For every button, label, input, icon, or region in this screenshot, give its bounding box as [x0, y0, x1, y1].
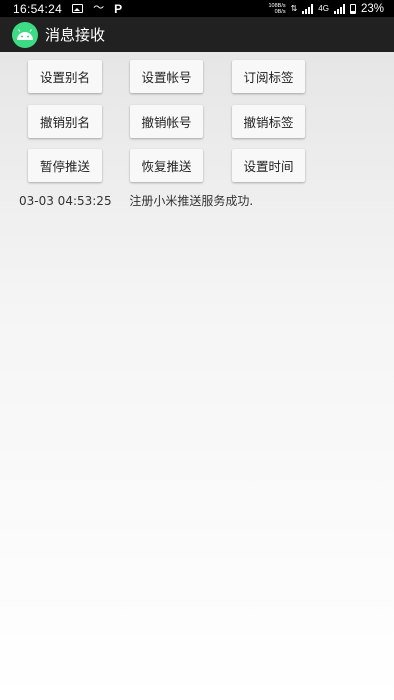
net-speed: 108B/s 0B/s — [268, 3, 285, 15]
signal-icon-2 — [333, 3, 345, 14]
main-content: 设置别名 设置帐号 订阅标签 撤销别名 撤销帐号 撤销标签 暂停推送 恢复推送 … — [0, 52, 394, 700]
log-message: 注册小米推送服务成功. — [129, 194, 254, 208]
set-account-button[interactable]: 设置帐号 — [130, 60, 203, 93]
net-speed-down: 0B/s — [274, 8, 286, 15]
wave-icon: 〜 — [93, 2, 105, 14]
pause-push-button[interactable]: 暂停推送 — [28, 149, 102, 182]
set-time-button[interactable]: 设置时间 — [232, 149, 305, 182]
log-time: 03-03 04:53:25 — [19, 194, 112, 208]
data-arrows-icon: ⇅ — [290, 4, 298, 13]
battery-icon — [349, 3, 356, 14]
unsubscribe-topic-button[interactable]: 撤销标签 — [232, 105, 305, 138]
app-bar: 消息接收 — [0, 17, 394, 52]
status-bar: 16:54:24 〜 P 108B/s 0B/s ⇅ 4G 23% — [0, 0, 394, 17]
status-time: 16:54:24 — [13, 1, 63, 16]
unset-alias-button[interactable]: 撤销别名 — [28, 105, 102, 138]
android-icon — [12, 21, 38, 48]
subscribe-topic-button[interactable]: 订阅标签 — [232, 60, 305, 93]
network-type: 4G — [318, 4, 329, 13]
p-icon: P — [114, 1, 123, 16]
gallery-icon — [72, 4, 84, 13]
page-title: 消息接收 — [45, 26, 106, 44]
resume-push-button[interactable]: 恢复推送 — [130, 149, 203, 182]
unset-account-button[interactable]: 撤销帐号 — [130, 105, 203, 138]
log-entry: 03-03 04:53:25 注册小米推送服务成功. — [19, 192, 253, 209]
set-alias-button[interactable]: 设置别名 — [28, 60, 102, 93]
battery-percent: 23% — [360, 2, 384, 15]
signal-icon — [302, 3, 314, 14]
